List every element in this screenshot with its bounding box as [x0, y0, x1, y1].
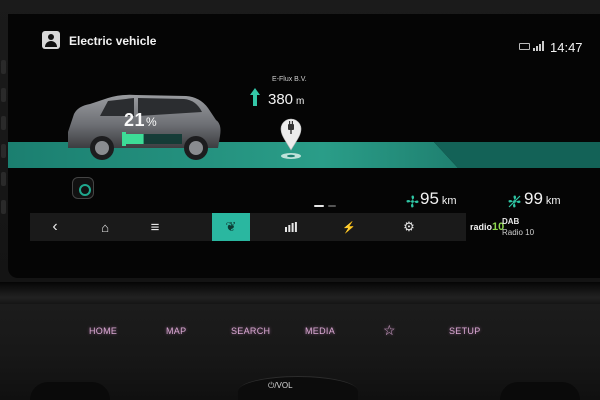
range-climate-off-value: 95 [420, 189, 439, 208]
battery-percentage: 21% [124, 110, 157, 131]
distance-unit: m [296, 96, 305, 107]
range-climate-on-unit: km [545, 195, 561, 207]
charging-plug-icon: ⚡ [342, 221, 356, 234]
display-bezel: Electric vehicle 14:47 E-Flux B.V. 380m [0, 0, 600, 282]
right-knob-housing [500, 382, 580, 400]
battery-level-fill [126, 134, 144, 144]
destination-name: E-Flux B.V. [272, 76, 307, 83]
dashboard-panel: HOME MAP SEARCH MEDIA ☆ SETUP ⏻/VOL [0, 282, 600, 400]
fan-on-icon [508, 195, 521, 208]
clock: 14:47 [550, 40, 583, 55]
gear-icon: ⚙ [403, 219, 415, 234]
radio-station-logo: radio10 [470, 221, 504, 233]
charging-station-pin-icon[interactable] [277, 116, 305, 162]
battery-unit: % [146, 115, 158, 129]
stats-button[interactable] [272, 213, 310, 241]
radio-station-name: Radio 10 [502, 228, 535, 237]
menu-button[interactable]: ≡ [136, 213, 174, 241]
home-icon: ⌂ [101, 219, 109, 235]
phone-status-icon [519, 43, 530, 50]
user-profile-icon[interactable] [42, 31, 60, 49]
fan-off-icon [406, 195, 419, 208]
bottom-nav-bar: ‹ ⌂ ≡ ❦ ⚡ ⚙ [30, 213, 466, 241]
hw-favorite-star-icon[interactable]: ☆ [383, 322, 396, 339]
back-chevron-icon: ‹ [52, 218, 58, 235]
eco-tab-button[interactable]: ❦ [212, 213, 250, 241]
back-button[interactable]: ‹ [36, 213, 74, 241]
battery-value: 21 [124, 110, 146, 130]
hw-setup-button[interactable]: SETUP [449, 326, 481, 336]
distance-to-destination: 380 m [268, 91, 304, 108]
volume-knob[interactable] [238, 376, 358, 400]
now-playing-radio[interactable]: radio10 DAB Radio 10 [470, 215, 600, 241]
charging-button[interactable]: ⚡ [330, 213, 368, 241]
range-climate-off-unit: km [441, 195, 457, 207]
radio-band: DAB [502, 217, 520, 226]
straight-arrow-icon [250, 88, 260, 106]
left-knob-housing [30, 382, 110, 400]
hw-search-button[interactable]: SEARCH [231, 326, 270, 336]
hw-map-button[interactable]: MAP [166, 326, 186, 336]
dashboard-ridge [0, 282, 600, 304]
menu-icon: ≡ [150, 218, 160, 236]
bar-chart-icon [285, 222, 297, 232]
home-button[interactable]: ⌂ [86, 213, 124, 241]
page-title: Electric vehicle [69, 34, 157, 48]
leaf-icon: ❦ [225, 219, 237, 234]
range-climate-on: 99 km [524, 189, 561, 209]
distance-value: 380 [268, 91, 294, 108]
power-volume-label: ⏻/VOL [268, 381, 293, 390]
radio-logo-text: radio [470, 222, 493, 232]
charge-bar [122, 132, 126, 146]
hw-home-button[interactable]: HOME [89, 326, 117, 336]
signal-bars-icon [533, 41, 545, 51]
eco-mode-button[interactable] [72, 177, 94, 199]
bezel-side-marks [0, 60, 8, 230]
page-indicator[interactable] [314, 205, 344, 209]
settings-button[interactable]: ⚙ [390, 213, 428, 241]
hw-media-button[interactable]: MEDIA [305, 326, 335, 336]
infotainment-screen: Electric vehicle 14:47 E-Flux B.V. 380m [8, 14, 600, 278]
range-climate-off: 95 km [420, 189, 457, 209]
range-climate-on-value: 99 [524, 189, 543, 208]
